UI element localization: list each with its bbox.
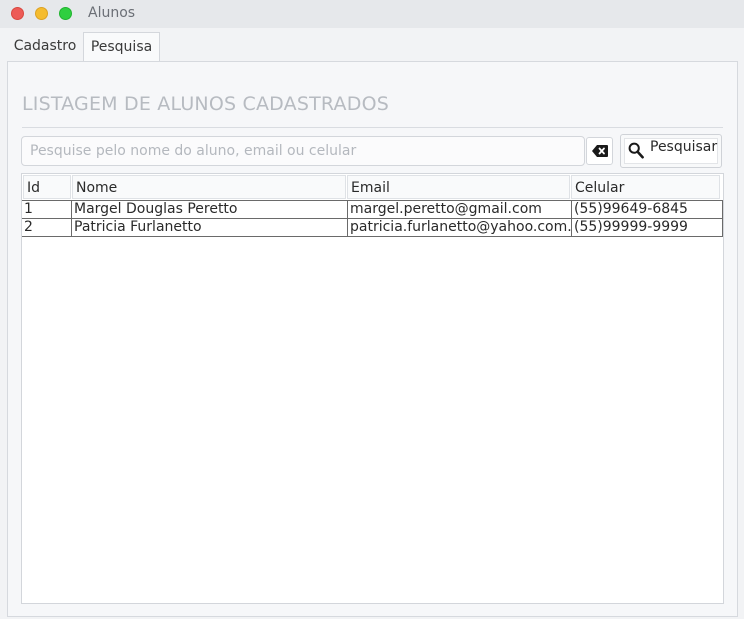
- cell-celular: (55)99649-6845: [571, 201, 722, 218]
- search-button[interactable]: Pesquisar: [620, 134, 722, 168]
- column-header-celular[interactable]: Celular: [571, 175, 720, 199]
- magnifier-search-icon: [628, 142, 644, 159]
- column-header-nome[interactable]: Nome: [72, 175, 346, 199]
- cell-email: margel.peretto@gmail.com: [347, 201, 571, 218]
- students-table[interactable]: Id Nome Email Celular 1 Margel Douglas P…: [21, 173, 724, 604]
- tab-bar: Cadastro Pesquisa: [0, 28, 744, 63]
- tab-pesquisa[interactable]: Pesquisa: [83, 32, 160, 63]
- cell-nome: Margel Douglas Peretto: [71, 201, 347, 218]
- window-title: Alunos: [88, 5, 136, 21]
- cell-celular: (55)99999-9999: [571, 219, 722, 236]
- search-input[interactable]: [21, 136, 585, 166]
- close-window-button[interactable]: [11, 7, 24, 20]
- cell-id: 2: [24, 219, 33, 235]
- search-panel: LISTAGEM DE ALUNOS CADASTRADOS Pesquisar…: [7, 61, 738, 617]
- column-header-id[interactable]: Id: [23, 175, 71, 199]
- app-window: Alunos Cadastro Pesquisa LISTAGEM DE ALU…: [0, 0, 744, 619]
- maximize-window-button[interactable]: [59, 7, 72, 20]
- title-bar[interactable]: Alunos: [0, 0, 744, 28]
- cell-email: patricia.furlanetto@yahoo.com...: [347, 219, 571, 236]
- clear-search-button[interactable]: [586, 137, 613, 165]
- column-header-email[interactable]: Email: [347, 175, 570, 199]
- tab-cadastro[interactable]: Cadastro: [8, 32, 82, 61]
- minimize-window-button[interactable]: [35, 7, 48, 20]
- table-header: Id Nome Email Celular: [22, 174, 723, 200]
- table-row[interactable]: 1 Margel Douglas Peretto margel.peretto@…: [22, 200, 723, 218]
- heading-divider: [22, 127, 723, 128]
- table-row[interactable]: 2 Patricia Furlanetto patricia.furlanett…: [22, 218, 723, 237]
- table-row-edge: [722, 200, 723, 237]
- page-title: LISTAGEM DE ALUNOS CADASTRADOS: [22, 93, 389, 115]
- backspace-clear-icon: [592, 145, 608, 157]
- cell-id: 1: [24, 201, 33, 217]
- search-button-label: Pesquisar: [650, 139, 718, 155]
- cell-nome: Patricia Furlanetto: [71, 219, 347, 236]
